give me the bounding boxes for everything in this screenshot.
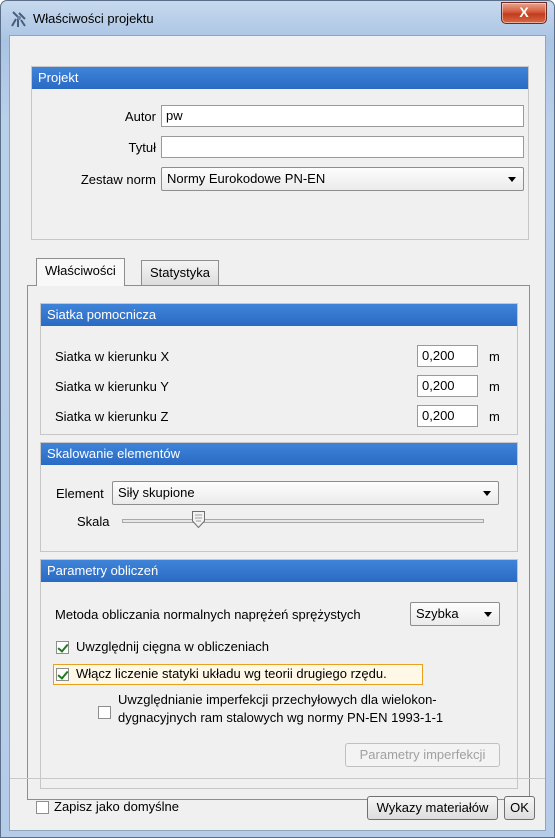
element-label: Element (56, 486, 104, 501)
scaling-group-header: Skalowanie elementów (41, 443, 517, 465)
norms-value: Normy Eurokodowe PN-EN (167, 171, 326, 186)
imperfection-checkbox[interactable] (98, 706, 111, 719)
cables-label[interactable]: Uwzględnij cięgna w obliczeniach (76, 639, 269, 654)
scale-label: Skala (77, 514, 110, 529)
calc-group-header: Parametry obliczeń (41, 560, 517, 582)
title-field[interactable] (161, 136, 524, 158)
grid-group-header: Siatka pomocnicza (41, 304, 517, 326)
author-label: Autor (124, 109, 156, 124)
second-order-checkbox[interactable] (56, 668, 69, 681)
norms-select[interactable]: Normy Eurokodowe PN-EN (161, 167, 524, 191)
scaling-group: Skalowanie elementów Element Siły skupio… (40, 442, 518, 552)
chevron-down-icon (483, 491, 491, 496)
imperfection-label-line1[interactable]: Uwzględnianie imperfekcji przechyłowych … (118, 692, 437, 707)
close-icon: X (519, 4, 529, 20)
dialog-body: Projekt Autor pw Tytuł Zestaw norm Normy… (9, 35, 546, 831)
tab-statistics[interactable]: Statystyka (141, 260, 219, 286)
grid-y-label: Siatka w kierunku Y (55, 379, 169, 394)
materials-button[interactable]: Wykazy materiałów (367, 796, 498, 820)
grid-x-label: Siatka w kierunku X (55, 349, 170, 364)
author-field[interactable]: pw (161, 105, 524, 127)
scale-slider-thumb[interactable] (191, 511, 205, 528)
grid-y-field[interactable]: 0,200 (417, 375, 478, 397)
grid-x-field[interactable]: 0,200 (417, 345, 478, 367)
save-default-checkbox[interactable] (36, 801, 49, 814)
grid-y-unit: m (489, 379, 500, 394)
dialog-window: Właściwości projektu X Projekt Autor pw … (0, 0, 555, 838)
title-bar[interactable]: Właściwości projektu X (1, 1, 554, 35)
element-select[interactable]: Siły skupione (112, 481, 499, 505)
ok-button[interactable]: OK (504, 796, 535, 820)
title-label: Tytuł (128, 140, 156, 155)
grid-group: Siatka pomocnicza Siatka w kierunku X 0,… (40, 303, 518, 435)
element-value: Siły skupione (118, 485, 195, 500)
grid-x-unit: m (489, 349, 500, 364)
grid-z-field[interactable]: 0,200 (417, 405, 478, 427)
properties-tab-panel: Siatka pomocnicza Siatka w kierunku X 0,… (27, 285, 530, 800)
project-group: Projekt Autor pw Tytuł Zestaw norm Normy… (31, 66, 529, 240)
grid-z-label: Siatka w kierunku Z (55, 409, 169, 424)
method-value: Szybka (416, 606, 459, 621)
window-title: Właściwości projektu (33, 11, 154, 26)
method-select[interactable]: Szybka (410, 602, 500, 626)
grid-z-unit: m (489, 409, 500, 424)
method-label: Metoda obliczania normalnych naprężeń sp… (55, 607, 361, 622)
imperfection-params-button[interactable]: Parametry imperfekcji (345, 743, 500, 767)
chevron-down-icon (484, 612, 492, 617)
cables-checkbox[interactable] (56, 641, 69, 654)
imperfection-label-line2[interactable]: dygnacyjnych ram stalowych wg normy PN-E… (118, 710, 443, 725)
tab-properties[interactable]: Właściwości (36, 258, 125, 286)
save-default-label[interactable]: Zapisz jako domyślne (54, 799, 179, 814)
scale-slider-track[interactable] (122, 519, 484, 523)
chevron-down-icon (508, 177, 516, 182)
app-icon (11, 11, 26, 27)
close-button[interactable]: X (501, 2, 547, 24)
calc-group: Parametry obliczeń Metoda obliczania nor… (40, 559, 518, 789)
second-order-label[interactable]: Włącz liczenie statyki układu wg teorii … (76, 666, 387, 681)
footer-separator (10, 778, 545, 779)
project-group-header: Projekt (32, 67, 528, 89)
norms-label: Zestaw norm (80, 172, 156, 187)
